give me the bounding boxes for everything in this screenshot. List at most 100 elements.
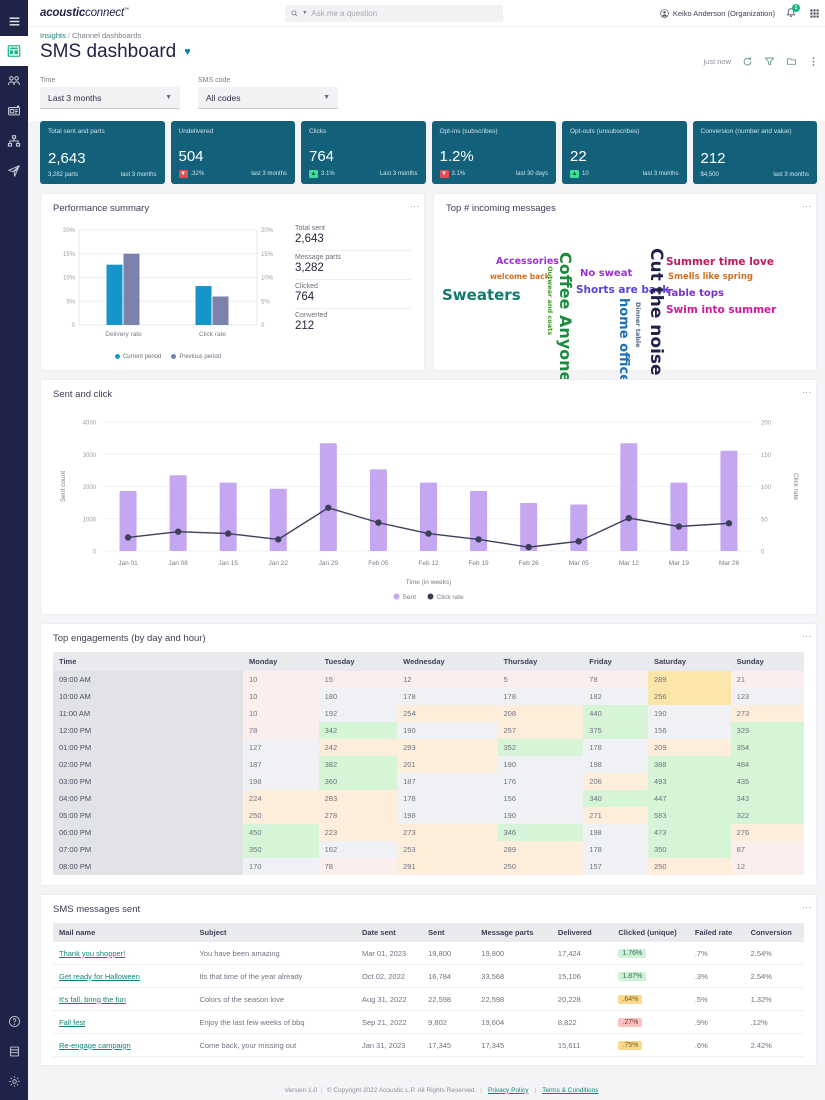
more-options-icon[interactable]: [807, 55, 819, 67]
search-input[interactable]: ▼ Ask me a question: [285, 5, 503, 22]
heatmap-cell[interactable]: 10: [243, 705, 319, 722]
sidebar-item-journeys[interactable]: [0, 126, 28, 156]
heatmap-cell[interactable]: 343: [731, 790, 804, 807]
notifications-button[interactable]: 1: [783, 5, 799, 21]
heatmap-cell[interactable]: 208: [498, 705, 584, 722]
heatmap-cell[interactable]: 388: [648, 756, 731, 773]
heatmap-cell[interactable]: 350: [648, 841, 731, 858]
heatmap-cell[interactable]: 156: [648, 722, 731, 739]
heatmap-cell[interactable]: 201: [397, 756, 497, 773]
column-header-monday[interactable]: Monday: [243, 652, 319, 671]
heatmap-cell[interactable]: 484: [731, 756, 804, 773]
time-range-select[interactable]: Last 3 months ▼: [40, 87, 180, 109]
heatmap-cell[interactable]: 250: [243, 807, 319, 824]
heatmap-cell[interactable]: 178: [397, 688, 497, 705]
heatmap-cell[interactable]: 276: [731, 824, 804, 841]
heatmap-cell[interactable]: 322: [731, 807, 804, 824]
word-cloud-term[interactable]: Coffee Anyone: [556, 252, 575, 382]
heatmap-cell[interactable]: 346: [498, 824, 584, 841]
terms-conditions-link[interactable]: Terms & Conditions: [542, 1087, 598, 1094]
column-header-failed-rate[interactable]: Failed rate: [689, 923, 745, 942]
sidebar-item-audiences[interactable]: [0, 66, 28, 96]
filter-icon[interactable]: [763, 55, 775, 67]
settings-icon[interactable]: [0, 1070, 28, 1100]
column-header-message-parts[interactable]: Message parts: [475, 923, 552, 942]
heatmap-cell[interactable]: 178: [397, 790, 497, 807]
sidebar-item-dashboard[interactable]: [0, 36, 28, 66]
mail-name-link[interactable]: Thank you shopper!: [59, 949, 125, 958]
heatmap-cell[interactable]: 21: [731, 671, 804, 688]
app-switcher-button[interactable]: [807, 6, 821, 20]
heatmap-cell[interactable]: 583: [648, 807, 731, 824]
kpi-card-undelivered[interactable]: Undelivered 504 ▼ .32% last 3 months: [171, 121, 296, 184]
heatmap-cell[interactable]: 190: [498, 756, 584, 773]
mail-name-link[interactable]: It's fall, bring the fun: [59, 995, 126, 1004]
sidebar-item-send[interactable]: [0, 156, 28, 186]
heatmap-cell[interactable]: 12: [397, 671, 497, 688]
help-icon[interactable]: [0, 1010, 28, 1040]
heatmap-cell[interactable]: 156: [498, 790, 584, 807]
heatmap-cell[interactable]: 198: [583, 824, 648, 841]
word-cloud-term[interactable]: Cut the noise: [646, 248, 666, 376]
heatmap-cell[interactable]: 15: [319, 671, 398, 688]
heatmap-cell[interactable]: 78: [583, 671, 648, 688]
word-cloud-term[interactable]: home office: [616, 298, 631, 383]
favorite-heart-icon[interactable]: ♥: [184, 46, 191, 58]
kpi-card-clicks[interactable]: Clicks 764 ▲ 3.1% Last 3 months: [301, 121, 426, 184]
heatmap-cell[interactable]: 198: [243, 773, 319, 790]
heatmap-cell[interactable]: 180: [319, 688, 398, 705]
column-header-delivered[interactable]: Delivered: [552, 923, 612, 942]
heatmap-cell[interactable]: 289: [498, 841, 584, 858]
heatmap-cell[interactable]: 12: [731, 858, 804, 875]
mail-name-link[interactable]: Re-engage campaign: [59, 1041, 131, 1050]
heatmap-cell[interactable]: 223: [319, 824, 398, 841]
heatmap-cell[interactable]: 342: [319, 722, 398, 739]
word-cloud-term[interactable]: Dinner table: [634, 302, 642, 348]
panel-menu-icon[interactable]: ⋮: [805, 202, 808, 213]
heatmap-cell[interactable]: 273: [731, 705, 804, 722]
heatmap-cell[interactable]: 440: [583, 705, 648, 722]
heatmap-cell[interactable]: 271: [583, 807, 648, 824]
heatmap-cell[interactable]: 178: [498, 688, 584, 705]
word-cloud-term[interactable]: Summer time love: [666, 256, 774, 268]
heatmap-cell[interactable]: 87: [731, 841, 804, 858]
heatmap-cell[interactable]: 198: [583, 756, 648, 773]
heatmap-cell[interactable]: 283: [319, 790, 398, 807]
heatmap-cell[interactable]: 375: [583, 722, 648, 739]
heatmap-cell[interactable]: 157: [583, 858, 648, 875]
heatmap-cell[interactable]: 190: [498, 807, 584, 824]
heatmap-cell[interactable]: 340: [583, 790, 648, 807]
column-header-thursday[interactable]: Thursday: [498, 652, 584, 671]
heatmap-cell[interactable]: 256: [648, 688, 731, 705]
heatmap-cell[interactable]: 123: [731, 688, 804, 705]
heatmap-cell[interactable]: 10: [243, 688, 319, 705]
heatmap-cell[interactable]: 435: [731, 773, 804, 790]
column-header-time[interactable]: Time: [53, 652, 243, 671]
word-cloud-term[interactable]: No sweat: [580, 268, 632, 279]
heatmap-cell[interactable]: 352: [498, 739, 584, 756]
heatmap-cell[interactable]: 250: [498, 858, 584, 875]
heatmap-cell[interactable]: 178: [583, 739, 648, 756]
heatmap-cell[interactable]: 170: [243, 858, 319, 875]
sidebar-item-campaigns[interactable]: [0, 96, 28, 126]
heatmap-cell[interactable]: 447: [648, 790, 731, 807]
heatmap-cell[interactable]: 473: [648, 824, 731, 841]
heatmap-cell[interactable]: 190: [397, 722, 497, 739]
heatmap-cell[interactable]: 254: [397, 705, 497, 722]
heatmap-cell[interactable]: 493: [648, 773, 731, 790]
word-cloud-term[interactable]: Smells like spring: [668, 272, 753, 282]
column-header-tuesday[interactable]: Tuesday: [319, 652, 398, 671]
heatmap-cell[interactable]: 127: [243, 739, 319, 756]
heatmap-cell[interactable]: 78: [243, 722, 319, 739]
heatmap-cell[interactable]: 224: [243, 790, 319, 807]
heatmap-cell[interactable]: 329: [731, 722, 804, 739]
heatmap-cell[interactable]: 178: [583, 841, 648, 858]
heatmap-cell[interactable]: 192: [319, 705, 398, 722]
heatmap-cell[interactable]: 354: [731, 739, 804, 756]
heatmap-cell[interactable]: 273: [397, 824, 497, 841]
word-cloud-term[interactable]: Sweaters: [442, 286, 521, 304]
heatmap-cell[interactable]: 382: [319, 756, 398, 773]
heatmap-cell[interactable]: 278: [319, 807, 398, 824]
kpi-card-conversion[interactable]: Conversion (number and value) 212 $4,500…: [693, 121, 818, 184]
panel-menu-icon[interactable]: ⋮: [413, 202, 416, 213]
